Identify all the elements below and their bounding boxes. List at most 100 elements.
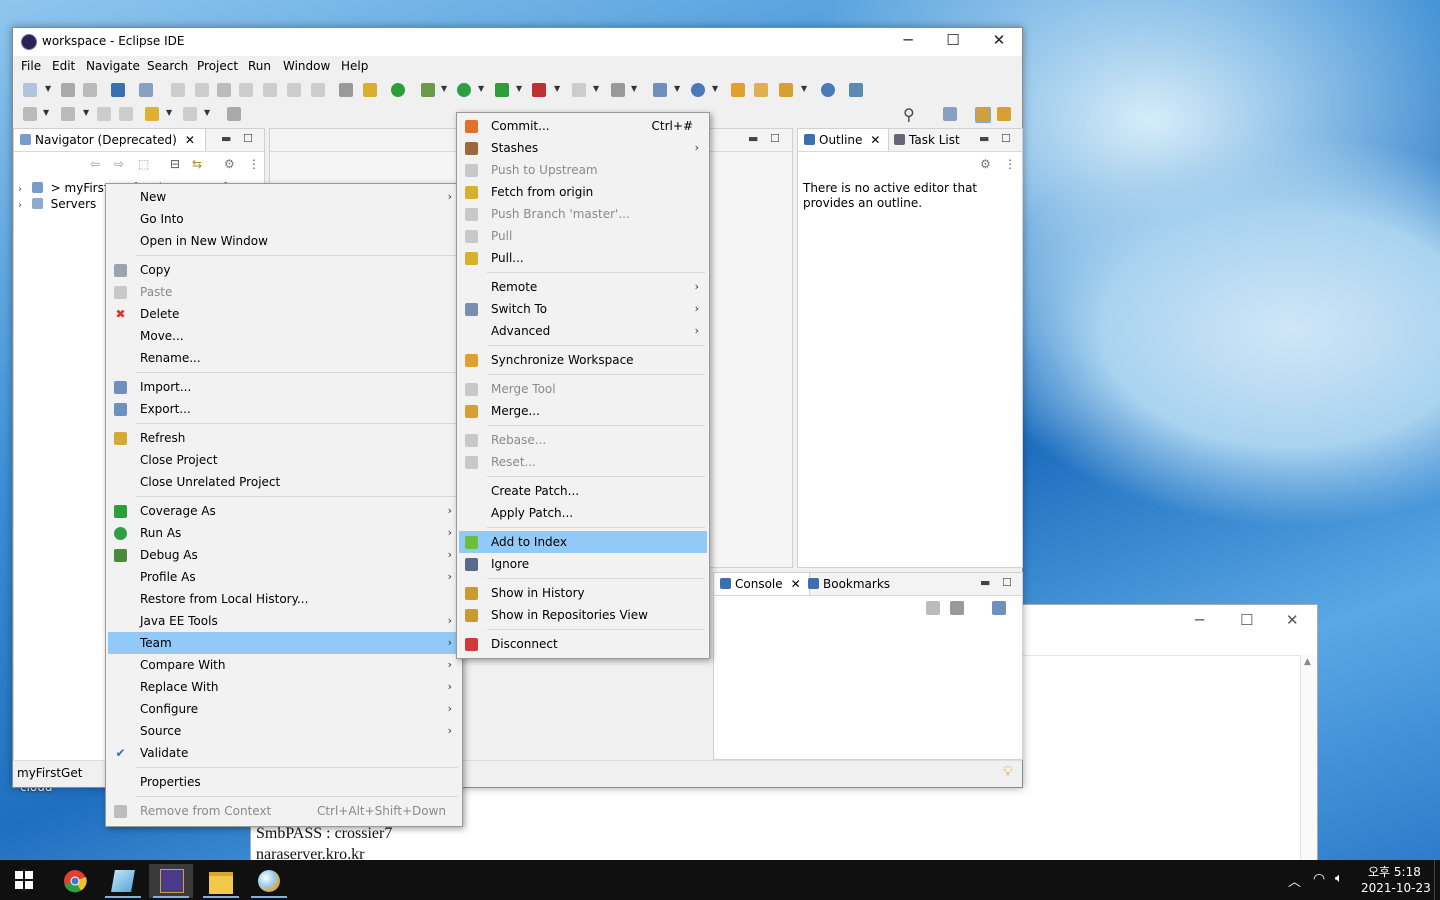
last-edit-icon[interactable] (97, 107, 111, 121)
skip-breakpoints-icon[interactable] (139, 83, 153, 97)
menu-file[interactable]: File (21, 59, 41, 73)
browser-icon[interactable] (821, 83, 835, 97)
open-type-icon[interactable] (731, 83, 745, 97)
minimize-view-icon[interactable]: ▬ (980, 576, 990, 589)
menu-edit[interactable]: Edit (52, 59, 75, 73)
context-menu-item-copy[interactable]: Copy (108, 259, 460, 281)
save-all-icon[interactable] (83, 83, 97, 97)
open-console-icon[interactable] (992, 601, 1006, 615)
context-menu-item-open-in-new-window[interactable]: Open in New Window (108, 230, 460, 252)
context-menu-item-move[interactable]: Move... (108, 325, 460, 347)
tab-task-list[interactable]: Task List (894, 129, 960, 151)
back-nav-icon[interactable]: ⇦ (90, 157, 100, 171)
team-menu-item-pull[interactable]: Pull... (459, 247, 707, 269)
context-menu-item-coverage-as[interactable]: Coverage As › (108, 500, 460, 522)
team-menu-item-fetch-from-origin[interactable]: Fetch from origin (459, 181, 707, 203)
close-button[interactable]: ✕ (984, 31, 1014, 49)
volume-muted-icon[interactable]: 🔈︎ (1335, 871, 1343, 886)
context-menu-item-go-into[interactable]: Go Into (108, 208, 460, 230)
team-menu-item-show-in-repositories-view[interactable]: Show in Repositories View (459, 604, 707, 626)
search-icon[interactable]: ⚲ (903, 105, 915, 124)
maximize-button[interactable]: ☐ (938, 31, 968, 49)
show-desktop-button[interactable] (1434, 860, 1440, 900)
team-menu-item-merge[interactable]: Merge... (459, 400, 707, 422)
minimize-editor-icon[interactable]: ▬ (748, 132, 758, 145)
team-menu-item-ignore[interactable]: Ignore (459, 553, 707, 575)
context-menu-item-delete[interactable]: ✖ Delete (108, 303, 460, 325)
context-menu-item-restore-from-local-history[interactable]: Restore from Local History... (108, 588, 460, 610)
team-menu-item-create-patch[interactable]: Create Patch... (459, 480, 707, 502)
menu-project[interactable]: Project (197, 59, 238, 73)
context-menu-item-profile-as[interactable]: Profile As › (108, 566, 460, 588)
step-over-icon[interactable] (287, 83, 301, 97)
context-menu-item-source[interactable]: Source › (108, 720, 460, 742)
expand-icon[interactable]: › (18, 184, 22, 195)
suspend-icon[interactable] (195, 83, 209, 97)
external-tools-icon[interactable] (532, 83, 546, 97)
start-button[interactable] (0, 860, 48, 900)
context-menu-item-rename[interactable]: Rename... (108, 347, 460, 369)
minimize-view-icon[interactable]: ▬ (979, 132, 989, 145)
clock-time[interactable]: 오후 5:18 (1368, 863, 1421, 880)
use-step-filters-icon[interactable] (339, 83, 353, 97)
tab-navigator[interactable]: Navigator (Deprecated) ✕ (14, 129, 206, 151)
view-menu-icon[interactable]: ⋮ (1004, 157, 1016, 171)
team-menu-item-add-to-index[interactable]: Add to Index (459, 531, 707, 553)
close-icon[interactable]: ✕ (791, 577, 801, 591)
menu-navigate[interactable]: Navigate (86, 59, 140, 73)
maximize-view-icon[interactable]: ☐ (243, 132, 253, 145)
context-menu-item-validate[interactable]: ✔ Validate (108, 742, 460, 764)
expand-icon[interactable]: › (18, 200, 22, 211)
new-java-project-icon[interactable] (653, 83, 667, 97)
run-icon[interactable] (457, 83, 471, 97)
server-start-icon[interactable] (391, 83, 405, 97)
clock-date[interactable]: 2021-10-23 (1361, 881, 1431, 895)
new-class-icon[interactable] (691, 83, 705, 97)
tree-item-servers[interactable]: › Servers (18, 195, 96, 213)
close-icon[interactable]: ✕ (870, 133, 880, 147)
minimize-button[interactable]: ─ (893, 31, 923, 49)
open-perspective-list-icon[interactable] (943, 107, 957, 121)
close-icon[interactable]: ✕ (185, 133, 195, 147)
team-menu-item-switch-to[interactable]: Switch To › (459, 298, 707, 320)
team-menu-item-remote[interactable]: Remote › (459, 276, 707, 298)
previous-annotation-icon[interactable] (61, 107, 75, 121)
context-menu-item-export[interactable]: Export... (108, 398, 460, 420)
next-annotation-icon[interactable] (23, 107, 37, 121)
disconnect-debug-icon[interactable] (239, 83, 253, 97)
step-into-icon[interactable] (263, 83, 277, 97)
team-menu-item-stashes[interactable]: Stashes › (459, 137, 707, 159)
debug-icon[interactable] (421, 83, 435, 97)
pin-console-icon[interactable] (926, 601, 940, 615)
context-menu-item-properties[interactable]: Properties (108, 771, 460, 793)
maximize-view-icon[interactable]: ☐ (1001, 132, 1011, 145)
terminal-icon[interactable] (111, 83, 125, 97)
team-menu-item-apply-patch[interactable]: Apply Patch... (459, 502, 707, 524)
drop-to-frame-icon[interactable] (363, 83, 377, 97)
context-menu-item-run-as[interactable]: Run As › (108, 522, 460, 544)
context-menu-item-close-project[interactable]: Close Project (108, 449, 460, 471)
minimize-view-icon[interactable]: ▬ (221, 132, 231, 145)
menu-search[interactable]: Search (147, 59, 188, 73)
pin-editor-icon[interactable] (119, 107, 133, 121)
context-menu-item-compare-with[interactable]: Compare With › (108, 654, 460, 676)
save-icon[interactable] (61, 83, 75, 97)
tab-console[interactable]: Console ✕ (714, 573, 810, 595)
up-nav-icon[interactable]: ⬚ (138, 157, 149, 171)
team-menu-item-show-in-history[interactable]: Show in History (459, 582, 707, 604)
tab-bookmarks[interactable]: Bookmarks (808, 573, 890, 595)
show-hidden-icons-icon[interactable]: ︿ (1288, 871, 1301, 890)
forward-nav-icon[interactable]: ⇨ (114, 157, 124, 171)
collapse-all-icon[interactable]: ⊟ (170, 157, 180, 171)
java-ee-perspective-icon[interactable] (975, 107, 991, 123)
context-menu-item-refresh[interactable]: Refresh (108, 427, 460, 449)
resume-icon[interactable] (171, 83, 185, 97)
taskbar-chrome[interactable] (53, 864, 97, 898)
new-icon[interactable] (23, 83, 37, 97)
taskbar-file-explorer[interactable] (199, 864, 243, 898)
filter-icon[interactable]: ⚙ (980, 157, 991, 171)
terminate-icon[interactable] (217, 83, 231, 97)
maximize-view-icon[interactable]: ☐ (1002, 576, 1012, 589)
maximize-editor-icon[interactable]: ☐ (770, 132, 780, 145)
back-icon[interactable] (145, 107, 159, 121)
